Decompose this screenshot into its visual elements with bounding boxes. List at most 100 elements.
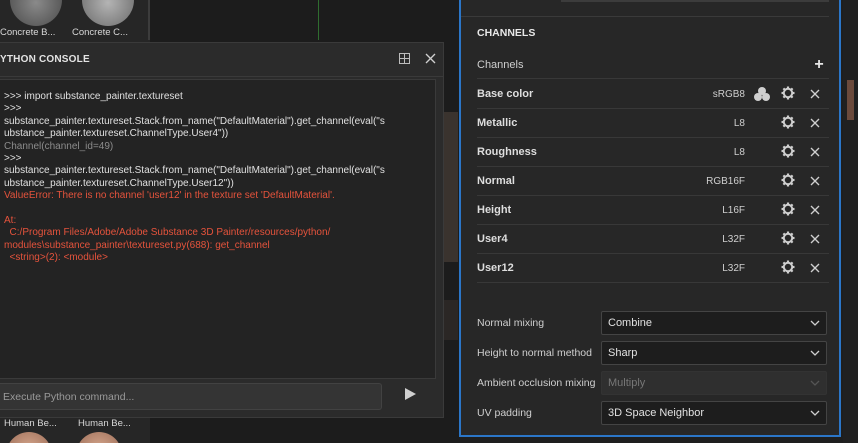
add-channel-icon[interactable]: + [809, 56, 829, 74]
setting-value: Sharp [608, 347, 638, 359]
setting-dropdown: Multiply [601, 371, 827, 395]
console-title: YTHON CONSOLE [0, 54, 90, 65]
setting-dropdown[interactable]: Combine [601, 311, 827, 335]
chevron-down-icon [810, 348, 820, 359]
setting-dropdown[interactable]: Sharp [601, 341, 827, 365]
shelf-thumbnail[interactable]: Concrete C... [72, 0, 142, 38]
channel-name: Roughness [477, 146, 537, 158]
console-line: At: [4, 215, 17, 227]
channel-format[interactable]: RGB16F [685, 176, 745, 187]
right-edge-strip [843, 0, 858, 443]
gear-icon[interactable] [775, 231, 801, 248]
channel-row[interactable]: Normal RGB16F [477, 167, 829, 196]
setting-label: Normal mixing [477, 317, 545, 329]
material-preview [82, 0, 134, 26]
channel-format[interactable]: L32F [685, 234, 745, 245]
setting-row: UV padding 3D Space Neighbor [477, 398, 829, 428]
channel-format[interactable]: L32F [685, 263, 745, 274]
panel-top-bar [561, 0, 829, 2]
console-line: Channel(channel_id=49) [4, 140, 114, 152]
setting-label: Height to normal method [477, 347, 592, 359]
remove-channel-icon[interactable] [801, 203, 829, 218]
viewport-guide-line [318, 0, 319, 40]
console-line: modules\substance_painter\textureset.py(… [4, 239, 270, 251]
channel-format[interactable]: L8 [685, 118, 745, 129]
gear-icon[interactable] [775, 260, 801, 277]
console-line: >>> [4, 153, 22, 165]
channel-row[interactable]: Base color sRGB8 [477, 80, 829, 109]
shelf-bottom: Human Be... Human Be... [0, 418, 150, 443]
remove-channel-icon[interactable] [801, 145, 829, 160]
setting-value: Multiply [608, 377, 646, 389]
console-line: >>> import substance_painter.textureset [4, 91, 183, 102]
channel-row[interactable]: User4 L32F [477, 225, 829, 254]
remove-channel-icon[interactable] [801, 174, 829, 189]
channel-settings: Normal mixing Combine Height to normal met… [477, 308, 829, 428]
shelf-thumbnail-label: Human Be... [78, 418, 131, 429]
close-icon[interactable] [417, 52, 443, 67]
setting-row: Ambient occlusion mixing Multiply [477, 368, 829, 398]
dock-icon[interactable] [391, 52, 417, 67]
texture-set-settings-panel: CHANNELS Channels + Base color sRGB8 Metal… [459, 0, 841, 437]
shelf-thumbnail-label: Concrete C... [72, 27, 128, 38]
python-command-input[interactable]: Execute Python command... [0, 383, 382, 410]
setting-value: Combine [608, 317, 653, 329]
channel-name: Base color [477, 88, 534, 100]
remove-channel-icon[interactable] [801, 261, 829, 276]
channel-extra-slot [749, 87, 775, 101]
gear-icon[interactable] [775, 173, 801, 190]
channel-name: User12 [477, 262, 514, 274]
console-output[interactable]: >>> import substance_painter.textureset >… [0, 79, 436, 379]
channel-row[interactable]: Metallic L8 [477, 109, 829, 138]
channel-row[interactable]: Roughness L8 [477, 138, 829, 167]
channel-row[interactable]: Height L16F [477, 196, 829, 225]
chevron-down-icon [810, 318, 820, 329]
channel-name: Height [477, 204, 512, 216]
console-line: ubstance_painter.textureset.ChannelType.… [4, 177, 234, 189]
remove-channel-icon[interactable] [801, 232, 829, 247]
material-preview[interactable] [76, 432, 122, 443]
console-line: ubstance_painter.textureset.ChannelType.… [4, 128, 229, 140]
channels-label: Channels [477, 59, 524, 71]
channel-name: Normal [477, 175, 515, 187]
material-preview[interactable] [6, 432, 52, 443]
color-profile-icon[interactable] [754, 87, 770, 101]
gear-icon[interactable] [775, 202, 801, 219]
channel-row[interactable]: User12 L32F [477, 254, 829, 283]
channel-list: Base color sRGB8 Metallic L8 Roughness L8 Norm… [477, 80, 829, 283]
gear-icon[interactable] [775, 86, 801, 103]
channels-header: Channels + [477, 52, 829, 79]
console-line: >>> [4, 103, 22, 115]
channel-format[interactable]: sRGB8 [685, 89, 745, 100]
divider [461, 16, 829, 17]
console-line: substance_painter.textureset.Stack.from_… [4, 115, 385, 127]
scrollbar[interactable] [847, 80, 854, 120]
play-icon [405, 388, 416, 400]
run-button[interactable] [396, 385, 424, 409]
chevron-down-icon [810, 408, 820, 419]
shelf-thumbnail[interactable]: Concrete B... [0, 0, 70, 38]
remove-channel-icon[interactable] [801, 116, 829, 131]
console-line: substance_painter.textureset.Stack.from_… [4, 165, 385, 177]
setting-value: 3D Space Neighbor [608, 407, 705, 419]
setting-dropdown[interactable]: 3D Space Neighbor [601, 401, 827, 425]
material-preview [10, 0, 62, 26]
channel-format[interactable]: L8 [685, 147, 745, 158]
shelf-thumbnail-label: Human Be... [4, 418, 57, 429]
gear-icon[interactable] [775, 144, 801, 161]
setting-label: UV padding [477, 407, 532, 419]
setting-row: Normal mixing Combine [477, 308, 829, 338]
channel-name: Metallic [477, 117, 518, 129]
console-header: YTHON CONSOLE [0, 43, 443, 77]
channels-section-title: CHANNELS [477, 27, 536, 39]
console-line: C:/Program Files/Adobe/Adobe Substance 3… [4, 227, 331, 239]
viewport-model-fragment [444, 112, 458, 262]
channel-format[interactable]: L16F [685, 205, 745, 216]
chevron-down-icon [810, 378, 820, 389]
viewport-model-fragment [444, 300, 458, 340]
gear-icon[interactable] [775, 115, 801, 132]
remove-channel-icon[interactable] [801, 87, 829, 102]
python-console: YTHON CONSOLE >>> import substance_paint… [0, 42, 444, 418]
setting-row: Height to normal method Sharp [477, 338, 829, 368]
